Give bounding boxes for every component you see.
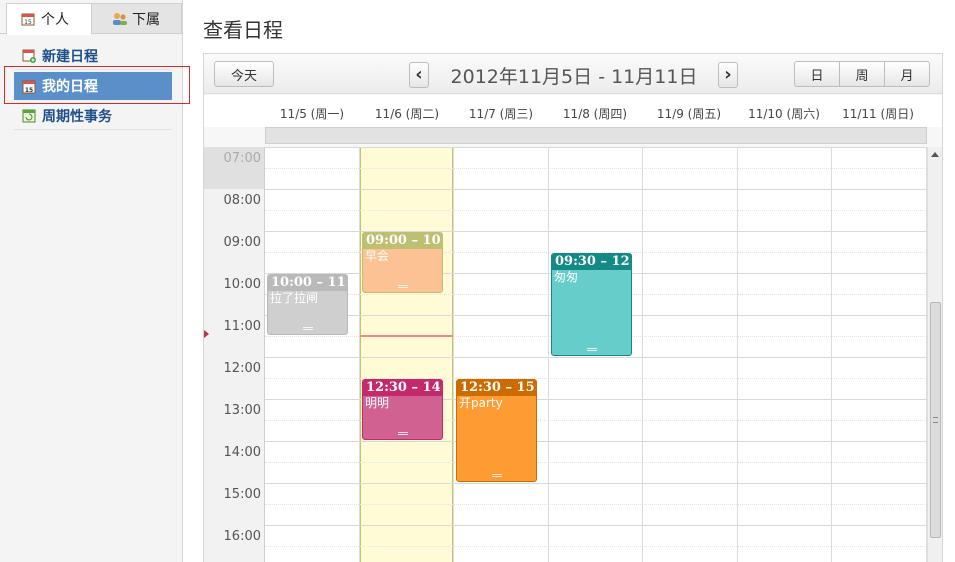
tab-personal-label: 个人 — [41, 12, 69, 28]
calendar-event[interactable]: 10:00 – 11: 拉了拉闸 — [267, 274, 348, 335]
column-headers: 11/5 (周一) 11/6 (周二) 11/7 (周三) 11/8 (周四) … — [204, 95, 942, 127]
tab-subordinates-label: 下属 — [132, 11, 160, 28]
event-title: 明明 — [365, 396, 390, 410]
resize-grip-icon[interactable] — [397, 285, 408, 288]
column-header: 11/5 (周一) — [279, 107, 345, 121]
time-label: 08:00 — [223, 193, 261, 208]
sidebar-item-my-schedule[interactable]: 15 我的日程 — [14, 72, 172, 100]
hour-line — [265, 189, 927, 190]
current-time-marker — [204, 330, 209, 338]
vertical-scrollbar[interactable] — [927, 147, 942, 562]
tab-personal[interactable]: 15 个人 — [6, 3, 92, 35]
hour-line — [265, 525, 927, 526]
sidebar-item-new-schedule[interactable]: 新建日程 — [14, 42, 172, 70]
calendar-15-icon: 15 — [21, 12, 35, 26]
time-label: 11:00 — [223, 319, 261, 334]
time-label: 09:00 — [223, 235, 261, 250]
day-divider — [453, 147, 454, 562]
calendar-event[interactable]: 12:30 – 15: 开party — [456, 379, 537, 482]
calendar-event[interactable]: 09:00 – 10: 早会 — [362, 232, 443, 293]
time-label: 10:00 — [223, 277, 261, 292]
sidebar: 15 个人 下属 新建日程 15 我的日程 周期性事务 — [0, 0, 190, 562]
hour-line — [265, 147, 927, 148]
event-time: 12:30 – 14: — [363, 380, 442, 396]
sidebar-item-label: 周期性事务 — [42, 108, 112, 125]
time-label: 12:00 — [223, 361, 261, 376]
chevron-left-icon: ‹ — [415, 64, 423, 85]
calendar-toolbar: 今天 ‹ 2012年11月5日 - 11月11日 › 日 周 月 — [204, 54, 942, 94]
calendar-add-icon — [22, 48, 36, 63]
event-time: 10:00 – 11: — [268, 275, 347, 291]
next-week-button[interactable]: › — [718, 62, 738, 88]
recurring-task-icon — [22, 108, 36, 123]
half-hour-line — [265, 210, 927, 211]
grip-icon — [933, 417, 938, 423]
time-label: 15:00 — [223, 487, 261, 502]
column-header: 11/10 (周六) — [748, 107, 820, 121]
column-header: 11/6 (周二) — [374, 107, 440, 121]
view-month-button[interactable]: 月 — [884, 61, 930, 87]
day-divider — [831, 147, 832, 562]
time-label: 07:00 — [223, 151, 261, 166]
sidebar-item-label: 新建日程 — [42, 48, 98, 65]
all-day-row[interactable] — [265, 127, 927, 144]
time-axis: 07:00 08:00 09:00 10:00 11:00 12:00 13:00 14:00… — [204, 147, 265, 562]
svg-text:15: 15 — [24, 19, 32, 26]
hour-line — [265, 357, 927, 358]
half-hour-line — [265, 504, 927, 505]
sidebar-tabs: 15 个人 下属 — [0, 0, 183, 35]
view-week-button[interactable]: 周 — [839, 61, 885, 87]
event-title: 匆匆 — [554, 270, 579, 284]
calendar-event[interactable]: 09:30 – 12: 匆匆 — [551, 253, 632, 356]
resize-grip-icon[interactable] — [397, 432, 408, 435]
scrollbar-thumb[interactable] — [930, 302, 941, 538]
column-header: 11/9 (周五) — [656, 107, 722, 121]
prev-week-button[interactable]: ‹ — [409, 62, 429, 88]
calendar: 今天 ‹ 2012年11月5日 - 11月11日 › 日 周 月 11/5 (周… — [203, 53, 943, 562]
sidebar-item-label: 我的日程 — [42, 79, 98, 95]
event-time: 12:30 – 15: — [457, 380, 536, 396]
time-label: 13:00 — [223, 403, 261, 418]
week-grid[interactable]: 07:00 08:00 09:00 10:00 11:00 12:00 13:00 14:00… — [204, 147, 927, 562]
day-divider — [642, 147, 643, 562]
day-divider — [737, 147, 738, 562]
chevron-right-icon: › — [724, 64, 732, 85]
calendar-15-icon: 15 — [22, 79, 36, 94]
people-icon — [112, 12, 127, 26]
resize-grip-icon[interactable] — [302, 327, 313, 330]
resize-grip-icon[interactable] — [586, 348, 597, 351]
event-title: 开party — [459, 396, 503, 410]
view-day-button[interactable]: 日 — [794, 61, 840, 87]
tab-subordinates[interactable]: 下属 — [92, 3, 182, 34]
hour-line — [265, 441, 927, 442]
half-hour-line — [265, 546, 927, 547]
date-range-label: 2012年11月5日 - 11月11日 — [450, 66, 698, 88]
scroll-up-arrow-icon[interactable] — [931, 152, 939, 157]
event-title: 早会 — [365, 249, 390, 263]
column-header: 11/8 (周四) — [562, 107, 628, 121]
time-label: 14:00 — [223, 445, 261, 460]
page-title: 查看日程 — [203, 18, 283, 42]
svg-text:15: 15 — [25, 87, 33, 94]
half-hour-line — [265, 168, 927, 169]
hour-line — [265, 483, 927, 484]
half-hour-line — [265, 462, 927, 463]
resize-grip-icon[interactable] — [491, 474, 502, 477]
event-title: 拉了拉闸 — [270, 291, 319, 305]
column-header: 11/7 (周三) — [468, 107, 534, 121]
day-divider — [359, 147, 360, 562]
time-label: 16:00 — [223, 529, 261, 544]
day-divider — [548, 147, 549, 562]
column-header: 11/11 (周日) — [842, 107, 914, 121]
event-time: 09:30 – 12: — [552, 254, 631, 270]
calendar-event[interactable]: 12:30 – 14: 明明 — [362, 379, 443, 440]
sidebar-item-recurring-tasks[interactable]: 周期性事务 — [14, 102, 172, 130]
today-button[interactable]: 今天 — [214, 61, 274, 87]
current-time-line — [360, 335, 453, 337]
event-time: 09:00 – 10: — [363, 233, 442, 249]
